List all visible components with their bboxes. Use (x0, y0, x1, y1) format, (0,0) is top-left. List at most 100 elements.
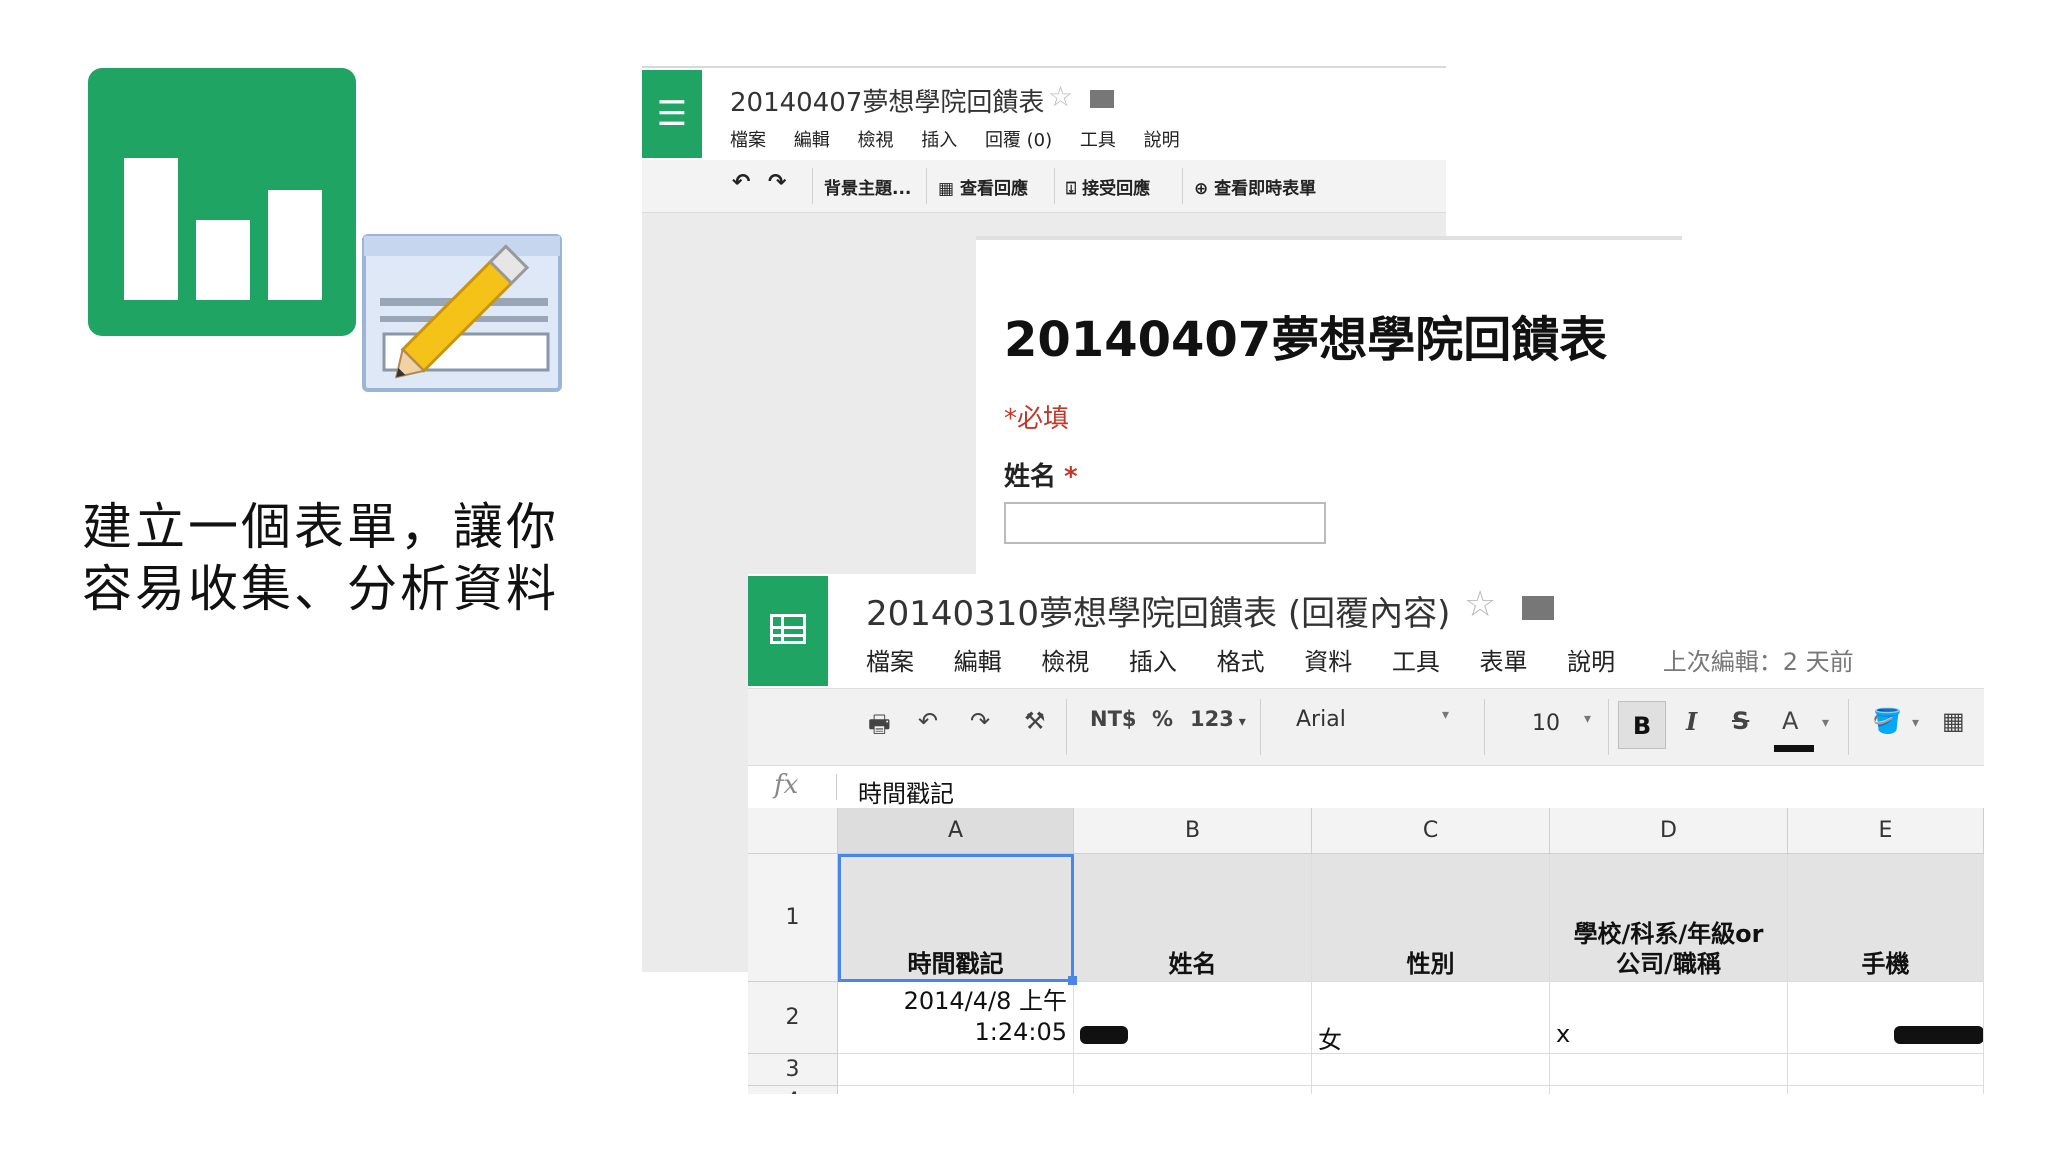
formula-input[interactable]: 時間戳記 (858, 774, 954, 809)
column-header-a[interactable]: A (838, 808, 1074, 854)
chevron-down-icon[interactable]: ▾ (1912, 715, 1919, 731)
menu-tools[interactable]: 工具 (1080, 130, 1116, 151)
redo-icon[interactable]: ↷ (768, 170, 786, 195)
text-color-swatch (1774, 745, 1814, 752)
sheets-logo-icon[interactable] (748, 576, 828, 686)
menu-view[interactable]: 檢視 (1041, 648, 1089, 676)
menu-tools[interactable]: 工具 (1392, 648, 1440, 676)
select-all-corner[interactable] (748, 808, 838, 854)
menu-form[interactable]: 表單 (1479, 648, 1527, 676)
currency-format-button[interactable]: NT$ (1090, 707, 1137, 731)
name-input[interactable] (1004, 502, 1326, 544)
chevron-down-icon: ▾ (1233, 714, 1246, 730)
bold-button[interactable]: B (1618, 701, 1666, 749)
star-icon[interactable]: ☆ (1464, 584, 1496, 625)
timestamp-line-2: 1:24:05 (974, 1018, 1067, 1046)
undo-icon[interactable]: ↶ (918, 707, 938, 735)
school-value: x (1556, 1020, 1571, 1048)
percent-format-button[interactable]: % (1152, 707, 1173, 731)
tagline-line-1: 建立一個表單，讓你 (82, 498, 559, 556)
cell-a3[interactable] (838, 1054, 1074, 1086)
cell-e1[interactable]: 手機 (1788, 854, 1984, 982)
column-header-e[interactable]: E (1788, 808, 1984, 854)
menu-data[interactable]: 資料 (1304, 648, 1352, 676)
row-header-2[interactable]: 2 (748, 982, 838, 1054)
cell-a4[interactable] (838, 1086, 1074, 1094)
menu-format[interactable]: 格式 (1217, 648, 1265, 676)
number-format-button[interactable]: 123 ▾ (1190, 707, 1246, 731)
cell-c4[interactable] (1312, 1086, 1550, 1094)
cell-b4[interactable] (1074, 1086, 1312, 1094)
folder-icon[interactable] (1522, 596, 1554, 620)
forms-menu-icon[interactable]: ☰ (642, 70, 702, 158)
form-editor-title[interactable]: 20140407夢想學院回饋表 (730, 82, 1044, 119)
cell-e4[interactable] (1788, 1086, 1984, 1094)
selected-cell-outline (838, 854, 1074, 982)
menu-view[interactable]: 檢視 (857, 130, 893, 151)
column-header-b[interactable]: B (1074, 808, 1312, 854)
view-live-form-button[interactable]: ⊕ 查看即時表單 (1194, 174, 1316, 199)
redacted-phone (1894, 1026, 1983, 1044)
cell-e2[interactable] (1788, 982, 1984, 1054)
form-edit-icon (362, 234, 562, 392)
cell-e3[interactable] (1788, 1054, 1984, 1086)
row-header-4[interactable]: 4 (748, 1086, 838, 1094)
last-edit-status[interactable]: 上次編輯：2 天前 (1663, 648, 1854, 676)
font-select[interactable]: Arial ▾ (1296, 707, 1449, 732)
folder-icon[interactable] (1090, 90, 1114, 108)
cell-b1[interactable]: 姓名 (1074, 854, 1312, 982)
menu-edit[interactable]: 編輯 (794, 130, 830, 151)
accept-responses-label: 接受回應 (1082, 179, 1151, 199)
cell-c2[interactable]: 女 (1312, 982, 1550, 1054)
chevron-down-icon[interactable]: ▾ (1822, 715, 1829, 731)
menu-responses[interactable]: 回覆 (0) (985, 130, 1052, 151)
menu-edit[interactable]: 編輯 (954, 648, 1002, 676)
cell-d4[interactable] (1550, 1086, 1788, 1094)
menu-insert[interactable]: 插入 (1129, 648, 1177, 676)
theme-button[interactable]: 背景主題... (824, 174, 911, 199)
cell-d1-line-2: 公司/職稱 (1616, 950, 1721, 978)
cell-c1[interactable]: 性別 (1312, 854, 1550, 982)
row-header-3[interactable]: 3 (748, 1054, 838, 1086)
gender-value: 女 (1318, 1026, 1342, 1054)
form-preview-card: 20140407夢想學院回饋表 *必填 姓名 * (976, 236, 1682, 580)
undo-icon[interactable]: ↶ (732, 170, 750, 195)
menu-file[interactable]: 檔案 (866, 648, 914, 676)
logo-bar-1 (124, 158, 178, 300)
fill-handle[interactable] (1068, 976, 1077, 985)
star-icon[interactable]: ☆ (1048, 80, 1073, 113)
form-preview-title: 20140407夢想學院回饋表 (1004, 312, 1608, 368)
cell-d3[interactable] (1550, 1054, 1788, 1086)
form-editor-titlebar: ☰ 20140407夢想學院回饋表 ☆ 檔案 編輯 檢視 插入 回覆 (0) 工… (642, 66, 1446, 160)
cell-d1[interactable]: 學校/科系/年級or 公司/職稱 (1550, 854, 1788, 982)
redo-icon[interactable]: ↷ (970, 707, 990, 735)
spreadsheet-title[interactable]: 20140310夢想學院回饋表 (回覆內容) (866, 586, 1450, 635)
cell-a2[interactable]: 2014/4/8 上午 1:24:05 (838, 982, 1074, 1054)
menu-help[interactable]: 說明 (1144, 130, 1180, 151)
number-format-label: 123 (1190, 707, 1234, 731)
cell-b2[interactable] (1074, 982, 1312, 1054)
view-responses-button[interactable]: ▦ 查看回應 (938, 174, 1028, 199)
column-header-c[interactable]: C (1312, 808, 1550, 854)
cell-c3[interactable] (1312, 1054, 1550, 1086)
font-size-value: 10 (1532, 711, 1560, 736)
column-header-d[interactable]: D (1550, 808, 1788, 854)
menu-file[interactable]: 檔案 (730, 130, 766, 151)
spreadsheet-grid: A B C D E 1 2 3 4 時間戳記 姓名 性別 學校/科系/年級or … (748, 808, 1984, 1094)
menu-insert[interactable]: 插入 (921, 130, 957, 151)
font-size-select[interactable]: 10 ▾ (1532, 711, 1591, 736)
menu-help[interactable]: 說明 (1567, 648, 1615, 676)
fill-color-icon[interactable]: 🪣 (1872, 707, 1902, 735)
cell-d2[interactable]: x (1550, 982, 1788, 1054)
print-icon[interactable]: 🖶 (868, 707, 891, 748)
paint-format-icon[interactable]: ⚒ (1024, 707, 1046, 735)
row-header-1[interactable]: 1 (748, 854, 838, 982)
cell-b3[interactable] (1074, 1054, 1312, 1086)
italic-button[interactable]: I (1686, 707, 1697, 736)
borders-icon[interactable]: ▦ (1942, 707, 1965, 735)
accept-responses-button[interactable]: ⍗ 接受回應 (1066, 174, 1150, 199)
text-color-button[interactable]: A (1782, 707, 1798, 735)
strikethrough-button[interactable]: S (1732, 707, 1749, 735)
spreadsheet-toolbar: 🖶 ↶ ↷ ⚒ NT$ % 123 ▾ Arial ▾ 10 ▾ B I S A… (748, 688, 1984, 766)
cell-d1-line-1: 學校/科系/年級or (1573, 920, 1764, 948)
